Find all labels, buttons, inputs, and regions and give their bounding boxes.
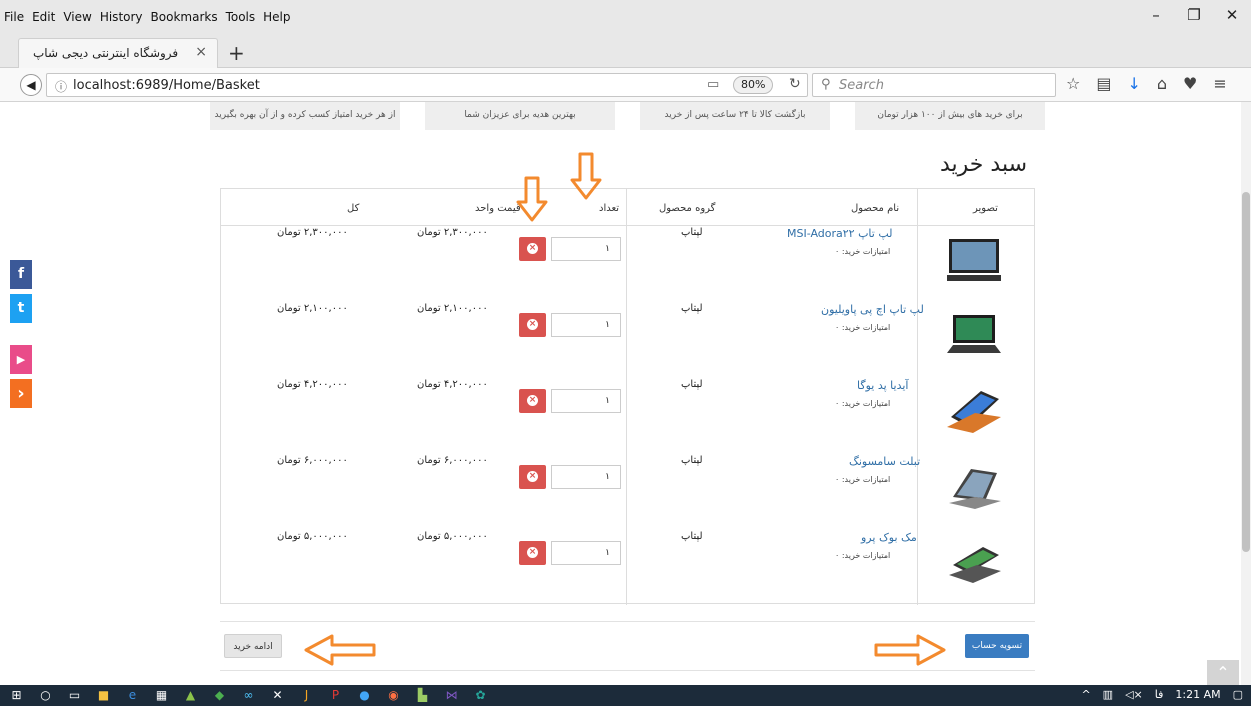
reader-view-icon[interactable]: ▭ [707, 77, 719, 92]
menu-file[interactable]: File [4, 10, 24, 24]
volume-icon[interactable]: ◁× [1125, 688, 1143, 701]
page-content: از هر خرید امتیاز کسب کرده و از آن بهره … [0, 102, 1251, 685]
scroll-thumb[interactable] [1242, 192, 1250, 552]
menu-items: File Edit View History Bookmarks Tools H… [4, 10, 291, 24]
notepad-icon[interactable]: ▙ [414, 687, 431, 704]
menu-edit[interactable]: Edit [32, 10, 55, 24]
task-view-icon[interactable]: ▭ [66, 687, 83, 704]
app-icon[interactable]: ✿ [472, 687, 489, 704]
tab-basket[interactable]: فروشگاه اینترنتی دیجی شاپ × [18, 38, 218, 68]
tab-title: فروشگاه اینترنتی دیجی شاپ [33, 46, 179, 60]
edge-icon[interactable]: e [124, 687, 141, 704]
bookmarks-list-icon[interactable]: ▤ [1096, 74, 1111, 93]
download-icon[interactable]: ↓ [1127, 74, 1140, 93]
tab-close-icon[interactable]: × [195, 44, 207, 60]
close-window-button[interactable]: ✕ [1213, 6, 1251, 24]
info-icon[interactable]: ⓘ [55, 78, 67, 95]
new-tab-button[interactable]: + [228, 41, 245, 65]
git-icon[interactable]: ◆ [211, 687, 228, 704]
menu-bookmarks[interactable]: Bookmarks [151, 10, 218, 24]
minimize-button[interactable]: – [1137, 6, 1175, 24]
toolbar-icons: ☆ ▤ ↓ ⌂ ♥ ≡ [1066, 74, 1227, 93]
back-button[interactable]: ◀ [20, 74, 42, 96]
menu-tools[interactable]: Tools [226, 10, 256, 24]
jetbrains-icon[interactable]: J [298, 687, 315, 704]
search-icon: ⚲ [821, 77, 831, 92]
back-arrow-icon: ◀ [26, 78, 36, 92]
firefox-icon[interactable]: ◉ [385, 687, 402, 704]
search-icon[interactable]: ○ [37, 687, 54, 704]
visual-studio-icon[interactable]: ⋈ [443, 687, 460, 704]
app-icon[interactable]: ● [356, 687, 373, 704]
scroll-to-top-button[interactable]: ⌃ [1207, 660, 1239, 685]
restore-button[interactable]: ❐ [1175, 6, 1213, 24]
reload-icon[interactable]: ↻ [789, 76, 801, 92]
arrow-down-icon [516, 176, 548, 222]
tool-icon[interactable]: ✕ [269, 687, 286, 704]
menu-history[interactable]: History [100, 10, 143, 24]
network-icon[interactable]: ▥ [1103, 688, 1113, 701]
arrow-left-icon [304, 634, 376, 666]
system-tray: ^ ▥ ◁× فا 1:21 AM ▢ [1081, 688, 1243, 701]
android-icon[interactable]: ▲ [182, 687, 199, 704]
url-text: localhost:6989/Home/Basket [73, 78, 260, 93]
file-explorer-icon[interactable]: ■ [95, 687, 112, 704]
search-placeholder: Search [839, 78, 884, 93]
tab-strip: فروشگاه اینترنتی دیجی شاپ × + [0, 38, 1251, 68]
bookmark-star-icon[interactable]: ☆ [1066, 74, 1080, 93]
nav-bar: ◀ ⓘ localhost:6989/Home/Basket ▭ 80% ↻ ⚲… [0, 68, 1251, 102]
menu-view[interactable]: View [63, 10, 91, 24]
arrow-right-icon [874, 634, 946, 666]
calculator-icon[interactable]: ▦ [153, 687, 170, 704]
menu-icon[interactable]: ≡ [1213, 74, 1226, 93]
home-icon[interactable]: ⌂ [1157, 74, 1167, 93]
windows-start-icon[interactable]: ⊞ [8, 687, 25, 704]
language-indicator[interactable]: فا [1155, 688, 1164, 701]
menubar: File Edit View History Bookmarks Tools H… [0, 0, 1251, 38]
annotation-arrows [304, 152, 946, 666]
taskbar-icons: ⊞ ○ ▭ ■ e ▦ ▲ ◆ ∞ ✕ J P ● ◉ ▙ ⋈ ✿ [8, 687, 489, 704]
notification-icon[interactable]: ▢ [1233, 688, 1243, 701]
taskbar: ⊞ ○ ▭ ■ e ▦ ▲ ◆ ∞ ✕ J P ● ◉ ▙ ⋈ ✿ ^ ▥ ◁×… [0, 685, 1251, 706]
window-controls: – ❐ ✕ [1137, 6, 1251, 24]
menu-help[interactable]: Help [263, 10, 290, 24]
search-input[interactable]: ⚲ Search [812, 73, 1056, 97]
tray-arrow-icon[interactable]: ^ [1081, 688, 1090, 701]
pocket-icon[interactable]: ♥ [1183, 74, 1197, 93]
scrollbar[interactable] [1241, 102, 1251, 685]
app-icon[interactable]: ∞ [240, 687, 257, 704]
pycharm-icon[interactable]: P [327, 687, 344, 704]
arrow-down-icon [570, 152, 602, 200]
url-bar[interactable]: ⓘ localhost:6989/Home/Basket ▭ 80% ↻ [46, 73, 808, 97]
zoom-level[interactable]: 80% [733, 76, 774, 94]
clock[interactable]: 1:21 AM [1175, 688, 1220, 701]
